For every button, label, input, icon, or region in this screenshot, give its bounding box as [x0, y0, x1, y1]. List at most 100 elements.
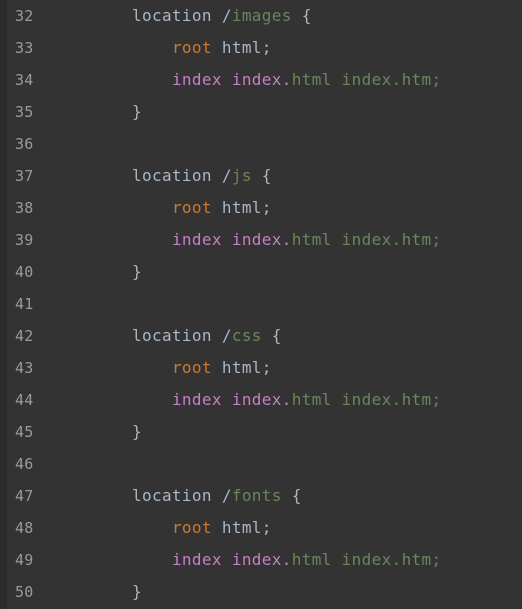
code-token-brace: {	[271, 326, 282, 345]
code-token-path: html	[291, 550, 332, 569]
code-line[interactable]: 41	[0, 288, 522, 320]
code-token-default	[132, 518, 172, 537]
code-token-path: .	[391, 230, 402, 249]
line-number: 48	[15, 519, 34, 537]
code-token-path: htm;	[401, 390, 442, 409]
code-token-default: location	[132, 486, 222, 505]
code-token-default	[132, 230, 172, 249]
code-line-content[interactable]: root html;	[132, 192, 272, 224]
code-token-brace: }	[132, 102, 142, 121]
code-line[interactable]: 40}	[0, 256, 522, 288]
code-token-keyword: root	[171, 518, 212, 537]
code-line[interactable]: 48 root html;	[0, 512, 522, 544]
code-line[interactable]: 32 location /images {	[0, 0, 522, 32]
code-line[interactable]: 39 index index.html index.htm;	[0, 224, 522, 256]
code-line[interactable]: 36	[0, 128, 522, 160]
line-number: 34	[15, 71, 34, 89]
line-number: 43	[15, 359, 34, 377]
code-line-content[interactable]: }	[132, 256, 142, 288]
code-line-content[interactable]: root html;	[132, 352, 272, 384]
code-line-content[interactable]: }	[132, 576, 142, 608]
line-number: 36	[15, 135, 34, 153]
code-token-brace: }	[132, 422, 142, 441]
line-number: 37	[15, 167, 34, 185]
line-number: 44	[15, 391, 34, 409]
code-token-path: .	[391, 390, 402, 409]
code-token-path: html	[291, 70, 332, 89]
code-token-default: html;	[211, 198, 272, 217]
code-line-content[interactable]: location /fonts {	[132, 480, 302, 512]
code-token-slash: /	[221, 326, 232, 345]
code-line-content[interactable]: index index.html index.htm;	[132, 224, 442, 256]
code-token-path: index	[331, 550, 392, 569]
code-token-ident: index index	[171, 550, 282, 569]
code-editor[interactable]: 32 location /images {33 root html; 34 inde…	[0, 0, 522, 609]
code-line[interactable]: 35}	[0, 96, 522, 128]
code-line[interactable]: 37 location /js {	[0, 160, 522, 192]
code-line[interactable]: 45}	[0, 416, 522, 448]
line-number: 38	[15, 199, 34, 217]
code-line-content[interactable]: index index.html index.htm;	[132, 384, 442, 416]
code-token-slash: /	[221, 6, 232, 25]
code-token-slash: /	[221, 166, 232, 185]
line-number: 41	[15, 295, 34, 313]
code-lines-container[interactable]: 32 location /images {33 root html; 34 inde…	[0, 0, 522, 608]
line-number: 40	[15, 263, 34, 281]
code-line-content[interactable]: index index.html index.htm;	[132, 64, 442, 96]
code-line-content[interactable]: }	[132, 416, 142, 448]
code-token-path: index	[331, 230, 392, 249]
code-token-brace: {	[261, 166, 272, 185]
code-token-default: location	[132, 6, 222, 25]
code-token-slash: /	[221, 486, 232, 505]
code-token-path: js	[231, 166, 252, 185]
code-token-default	[132, 390, 172, 409]
code-token-ident: index index	[171, 230, 282, 249]
code-line-content[interactable]: location /js {	[132, 160, 272, 192]
line-number: 47	[15, 487, 34, 505]
code-token-path: fonts	[231, 486, 282, 505]
code-token-path: .	[391, 70, 402, 89]
code-token-default	[252, 166, 262, 185]
code-line-content[interactable]: location /images {	[132, 0, 312, 32]
code-token-path: html	[291, 390, 332, 409]
code-token-path: images	[231, 6, 292, 25]
code-line-content[interactable]: root html;	[132, 32, 272, 64]
code-token-path: index	[331, 70, 392, 89]
line-number: 32	[15, 7, 34, 25]
code-token-path: .	[391, 550, 402, 569]
line-number: 50	[15, 583, 34, 601]
code-line[interactable]: 38 root html;	[0, 192, 522, 224]
code-line-content[interactable]: index index.html index.htm;	[132, 544, 442, 576]
code-line-content[interactable]: }	[132, 96, 142, 128]
code-token-brace: {	[301, 6, 312, 25]
code-token-default	[132, 70, 172, 89]
code-line[interactable]: 47 location /fonts {	[0, 480, 522, 512]
code-line[interactable]: 42 location /css {	[0, 320, 522, 352]
code-token-ident: index index	[171, 70, 282, 89]
code-line[interactable]: 50}	[0, 576, 522, 608]
line-number: 35	[15, 103, 34, 121]
code-token-default	[132, 198, 172, 217]
code-token-brace: {	[291, 486, 302, 505]
code-token-ident: .	[281, 390, 292, 409]
code-token-ident: .	[281, 230, 292, 249]
line-number: 33	[15, 39, 34, 57]
code-token-ident: .	[281, 550, 292, 569]
code-token-default	[132, 38, 172, 57]
line-number: 39	[15, 231, 34, 249]
code-line[interactable]: 44 index index.html index.htm;	[0, 384, 522, 416]
code-token-default: location	[132, 166, 222, 185]
code-token-keyword: root	[171, 38, 212, 57]
line-number: 49	[15, 551, 34, 569]
code-line[interactable]: 34 index index.html index.htm;	[0, 64, 522, 96]
code-line[interactable]: 46	[0, 448, 522, 480]
code-line-content[interactable]: root html;	[132, 512, 272, 544]
code-line[interactable]: 49 index index.html index.htm;	[0, 544, 522, 576]
code-token-default	[132, 358, 172, 377]
code-token-path: htm;	[401, 70, 442, 89]
code-line[interactable]: 43 root html;	[0, 352, 522, 384]
code-token-ident: .	[281, 70, 292, 89]
code-token-default	[292, 6, 302, 25]
code-line[interactable]: 33 root html;	[0, 32, 522, 64]
code-line-content[interactable]: location /css {	[132, 320, 282, 352]
